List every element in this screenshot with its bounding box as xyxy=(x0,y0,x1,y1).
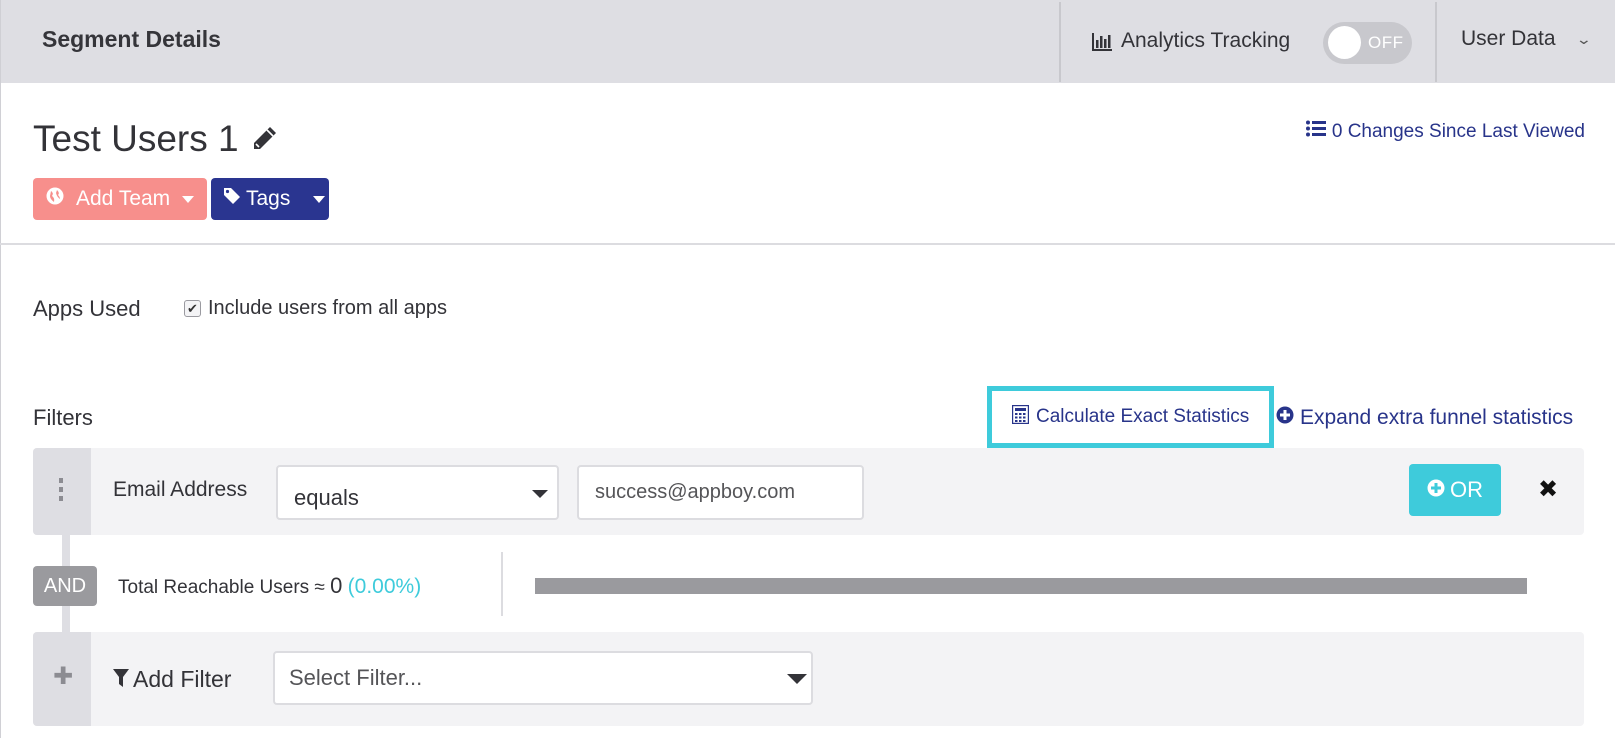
expand-funnel-statistics-link[interactable]: Expand extra funnel statistics xyxy=(1276,406,1573,430)
top-header-bar: Segment Details Analytics Tracking OFF U… xyxy=(0,0,1615,83)
include-all-apps-label[interactable]: Include users from all apps xyxy=(208,297,447,320)
caret-down-icon xyxy=(787,674,807,684)
reachable-users-count: 0 xyxy=(330,573,343,598)
tags-label: Tags xyxy=(246,187,291,210)
reachable-users-percent: (0.00%) xyxy=(347,575,422,598)
section-divider xyxy=(0,243,1615,245)
and-badge: AND xyxy=(33,566,97,606)
reachable-users-label: Total Reachable Users ≈ xyxy=(118,577,325,598)
add-or-filter-button[interactable]: OR xyxy=(1409,464,1501,516)
list-icon xyxy=(1305,120,1326,143)
close-icon[interactable]: ✖ xyxy=(1538,476,1562,504)
calculate-exact-statistics-button[interactable]: Calculate Exact Statistics xyxy=(987,386,1274,448)
header-divider xyxy=(1435,2,1437,82)
caret-down-icon xyxy=(313,195,326,203)
filter-icon xyxy=(113,666,129,693)
filter-field-label: Email Address xyxy=(113,478,248,501)
or-label: OR xyxy=(1450,477,1483,502)
plus-icon: ✚ xyxy=(53,663,74,690)
toggle-state-label: OFF xyxy=(1368,33,1404,52)
tags-button[interactable]: Tags xyxy=(211,178,329,220)
user-data-dropdown[interactable]: User Data ⌄ xyxy=(1461,27,1592,51)
add-filter-text: Add Filter xyxy=(133,666,232,692)
filter-operator-value: equals xyxy=(294,485,359,510)
analytics-tracking-toggle[interactable]: OFF xyxy=(1323,22,1412,64)
segment-name: Test Users 1 xyxy=(33,118,239,159)
drag-dots-icon xyxy=(59,478,64,505)
calculator-icon xyxy=(1011,404,1030,430)
caret-down-icon xyxy=(532,490,548,498)
analytics-tracking-text: Analytics Tracking xyxy=(1121,29,1291,52)
checkmark-icon: ✔ xyxy=(187,300,198,316)
add-team-label: Add Team xyxy=(76,187,171,210)
add-filter-label: Add Filter xyxy=(113,666,231,693)
pencil-icon[interactable] xyxy=(250,125,278,158)
select-filter-placeholder: Select Filter... xyxy=(289,665,423,690)
analytics-tracking-label: Analytics Tracking xyxy=(1091,25,1290,57)
tag-icon xyxy=(223,187,241,211)
select-filter-dropdown[interactable]: Select Filter... xyxy=(273,651,813,705)
add-filter-handle: ✚ xyxy=(33,632,91,726)
filter-operator-select[interactable]: equals xyxy=(276,465,559,520)
reachable-users-bar xyxy=(535,578,1527,594)
total-reachable-users: Total Reachable Users ≈ 0 (0.00%) xyxy=(118,573,421,599)
filter-value-input[interactable] xyxy=(577,465,864,520)
drag-handle[interactable] xyxy=(33,448,91,535)
expand-funnel-statistics-label: Expand extra funnel statistics xyxy=(1300,406,1574,429)
page-title: Segment Details xyxy=(42,26,221,52)
globe-icon xyxy=(46,187,64,211)
changes-since-last-viewed-link[interactable]: 0 Changes Since Last Viewed xyxy=(1305,120,1585,143)
toggle-knob xyxy=(1328,26,1361,59)
left-border xyxy=(0,83,1,738)
changes-label: 0 Changes Since Last Viewed xyxy=(1331,120,1585,142)
apps-used-label: Apps Used xyxy=(33,296,141,321)
user-data-label: User Data xyxy=(1461,27,1556,50)
include-all-apps-checkbox[interactable]: ✔ xyxy=(184,300,201,317)
bar-chart-icon xyxy=(1091,31,1113,51)
filters-label: Filters xyxy=(33,405,93,430)
chevron-down-icon: ⌄ xyxy=(1575,30,1592,47)
header-divider xyxy=(1059,2,1061,82)
calculate-exact-statistics-label: Calculate Exact Statistics xyxy=(1036,406,1250,427)
caret-down-icon xyxy=(182,195,195,203)
plus-circle-icon xyxy=(1276,406,1294,430)
plus-circle-icon xyxy=(1427,477,1445,503)
reachable-divider xyxy=(501,552,503,616)
add-team-button[interactable]: Add Team xyxy=(33,178,207,220)
